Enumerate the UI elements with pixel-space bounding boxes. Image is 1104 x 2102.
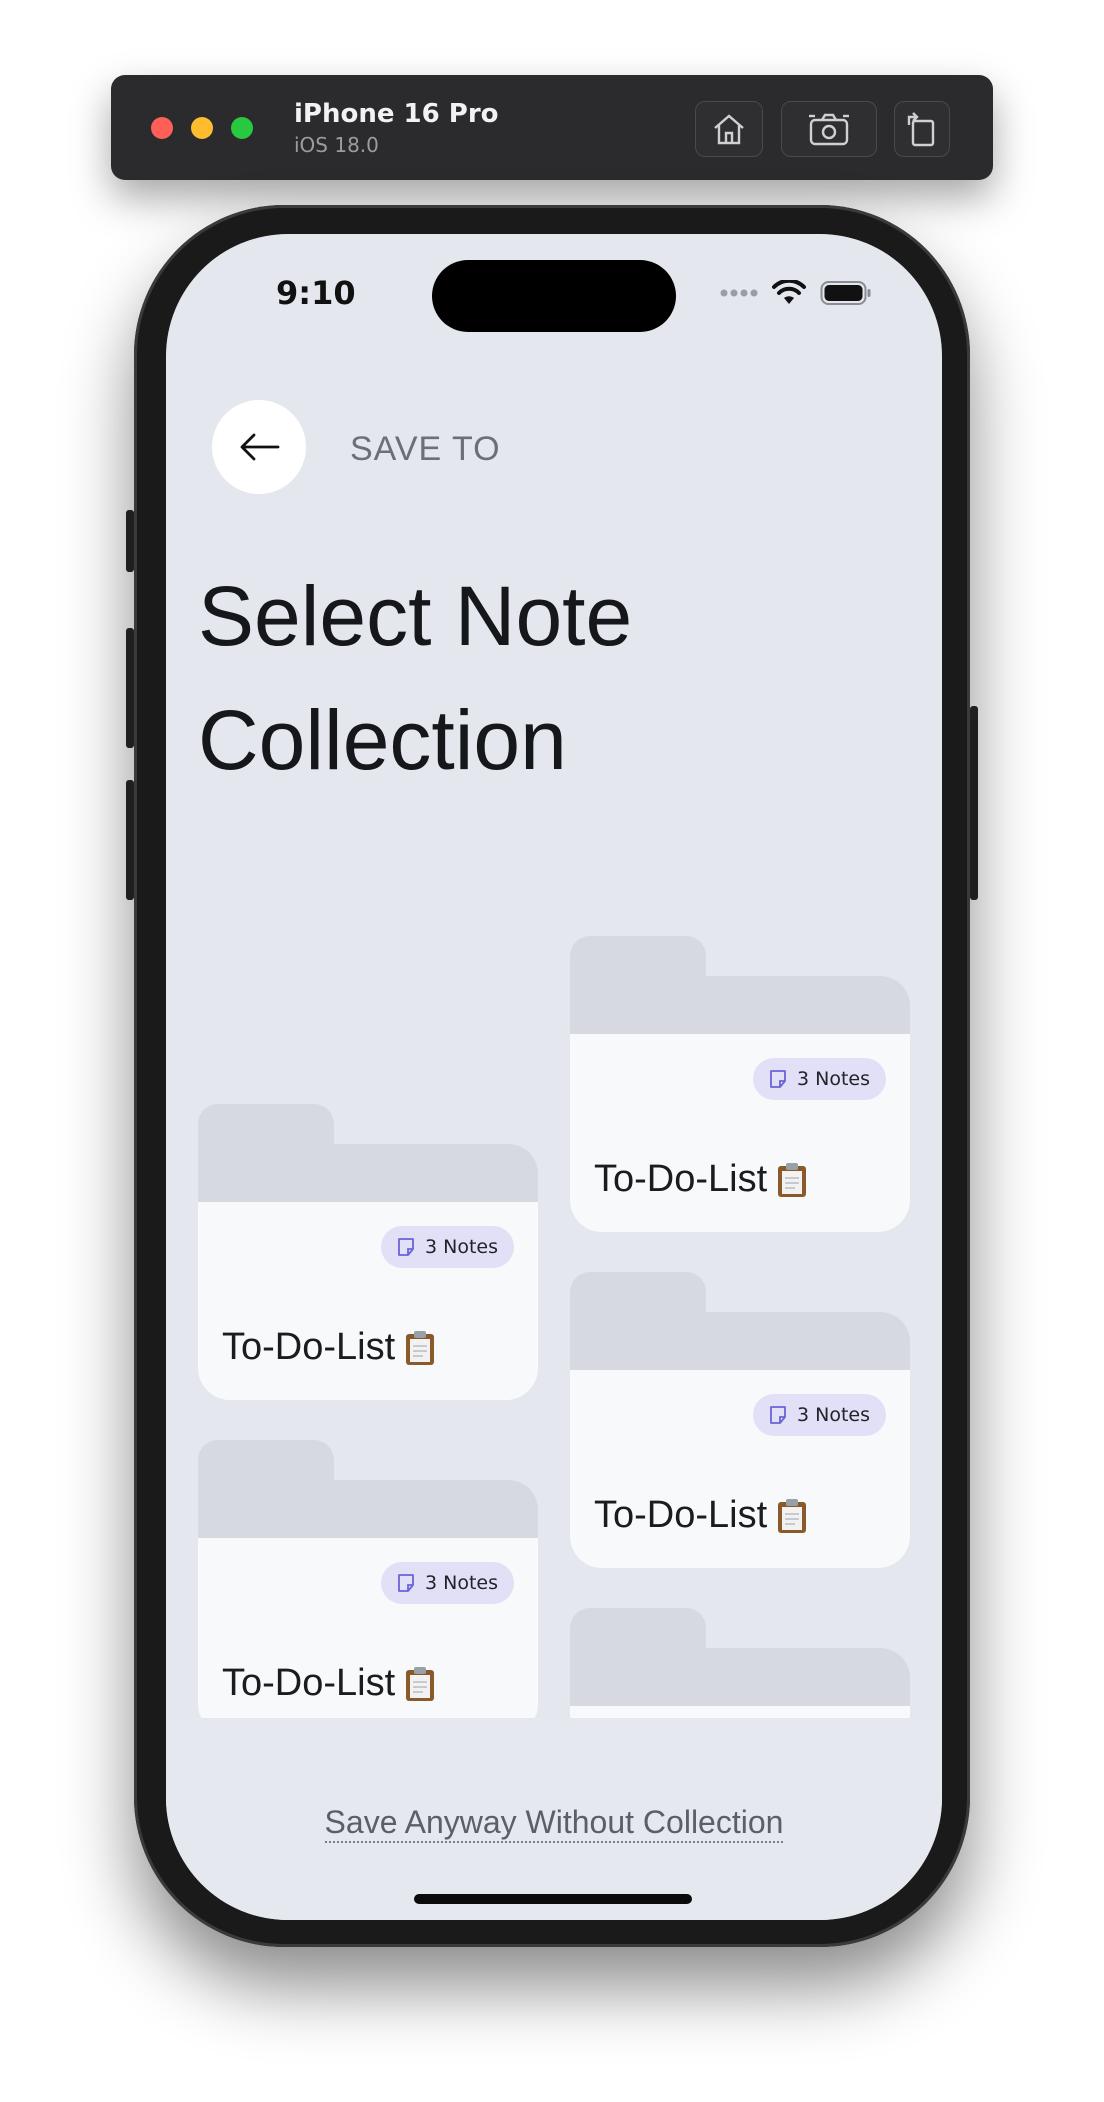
collection-name: To-Do-List <box>222 1662 396 1704</box>
note-icon <box>398 1238 414 1256</box>
arrow-left-icon <box>240 433 280 461</box>
rotate-icon <box>907 112 935 147</box>
header-label: SAVE TO <box>350 430 501 468</box>
page-title-line-2: Collection <box>198 693 567 787</box>
clipboard-icon <box>778 1498 807 1533</box>
clipboard-icon <box>406 1330 435 1365</box>
dynamic-island <box>432 260 676 332</box>
screenshot-button[interactable] <box>781 101 877 157</box>
volume-up-button <box>126 628 134 748</box>
device-name: iPhone 16 Pro <box>294 99 499 129</box>
card-body: 3 Notes To-Do-List <box>570 1034 910 1232</box>
rotate-button[interactable] <box>894 101 950 157</box>
notes-count-badge: 3 Notes <box>380 1562 514 1604</box>
collection-title: To-Do-List <box>594 1158 807 1201</box>
simulator-toolbar: iPhone 16 Pro iOS 18.0 <box>111 75 993 180</box>
phone-screen: 9:10 SAVE TO Select Note Collection 3 No… <box>166 234 942 1920</box>
home-indicator[interactable] <box>414 1894 692 1904</box>
save-without-collection-link: Save Anyway Without Collection <box>166 1804 942 1843</box>
status-icons <box>720 280 872 306</box>
note-icon <box>770 1070 786 1088</box>
notes-count-badge: 3 Notes <box>380 1226 514 1268</box>
volume-down-button <box>126 780 134 900</box>
notes-count-badge: 3 Notes <box>752 1058 886 1100</box>
collection-card[interactable]: 3 Notes To-Do-List <box>570 936 910 1232</box>
notes-count: 3 Notes <box>796 1068 870 1090</box>
notes-count-badge: 3 Notes <box>752 1394 886 1436</box>
folder-top <box>570 1312 910 1372</box>
battery-icon <box>820 281 871 305</box>
close-window-button[interactable] <box>151 117 173 139</box>
folder-top <box>570 976 910 1036</box>
home-button[interactable] <box>695 101 763 157</box>
collection-title: To-Do-List <box>222 1326 435 1369</box>
note-icon <box>398 1574 414 1592</box>
card-body: 3 Notes To-Do-List <box>198 1538 538 1736</box>
folder-top <box>570 1648 910 1708</box>
minimize-window-button[interactable] <box>191 117 213 139</box>
note-icon <box>770 1406 786 1424</box>
clipboard-icon <box>406 1666 435 1701</box>
collection-name: To-Do-List <box>594 1494 768 1536</box>
cellular-dots-icon <box>720 289 758 297</box>
save-anyway-button[interactable]: Save Anyway Without Collection <box>324 1804 784 1843</box>
collection-name: To-Do-List <box>222 1326 396 1368</box>
action-button <box>126 510 134 572</box>
home-icon <box>714 114 744 145</box>
power-button <box>970 706 978 900</box>
notes-count: 3 Notes <box>424 1236 498 1258</box>
collection-card[interactable]: 3 Notes To-Do-List <box>198 1104 538 1400</box>
folder-top <box>198 1144 538 1204</box>
back-button[interactable] <box>212 400 306 494</box>
collection-card[interactable]: 3 Notes To-Do-List <box>570 1272 910 1568</box>
screenshot-icon <box>809 113 849 146</box>
os-version: iOS 18.0 <box>294 133 379 157</box>
page-title-line-1: Select Note <box>198 569 633 663</box>
status-time: 9:10 <box>276 274 356 312</box>
card-body: 3 Notes To-Do-List <box>570 1370 910 1568</box>
notes-count: 3 Notes <box>796 1404 870 1426</box>
zoom-window-button[interactable] <box>231 117 253 139</box>
collection-card[interactable]: 3 Notes To-Do-List <box>198 1440 538 1736</box>
collection-name: To-Do-List <box>594 1158 768 1200</box>
wifi-icon <box>772 280 806 304</box>
notes-count: 3 Notes <box>424 1572 498 1594</box>
page-title: Select Note Collection <box>198 554 898 802</box>
card-body: 3 Notes To-Do-List <box>198 1202 538 1400</box>
clipboard-icon <box>778 1162 807 1197</box>
folder-top <box>198 1480 538 1540</box>
collection-title: To-Do-List <box>594 1494 807 1537</box>
collection-title: To-Do-List <box>222 1662 435 1705</box>
